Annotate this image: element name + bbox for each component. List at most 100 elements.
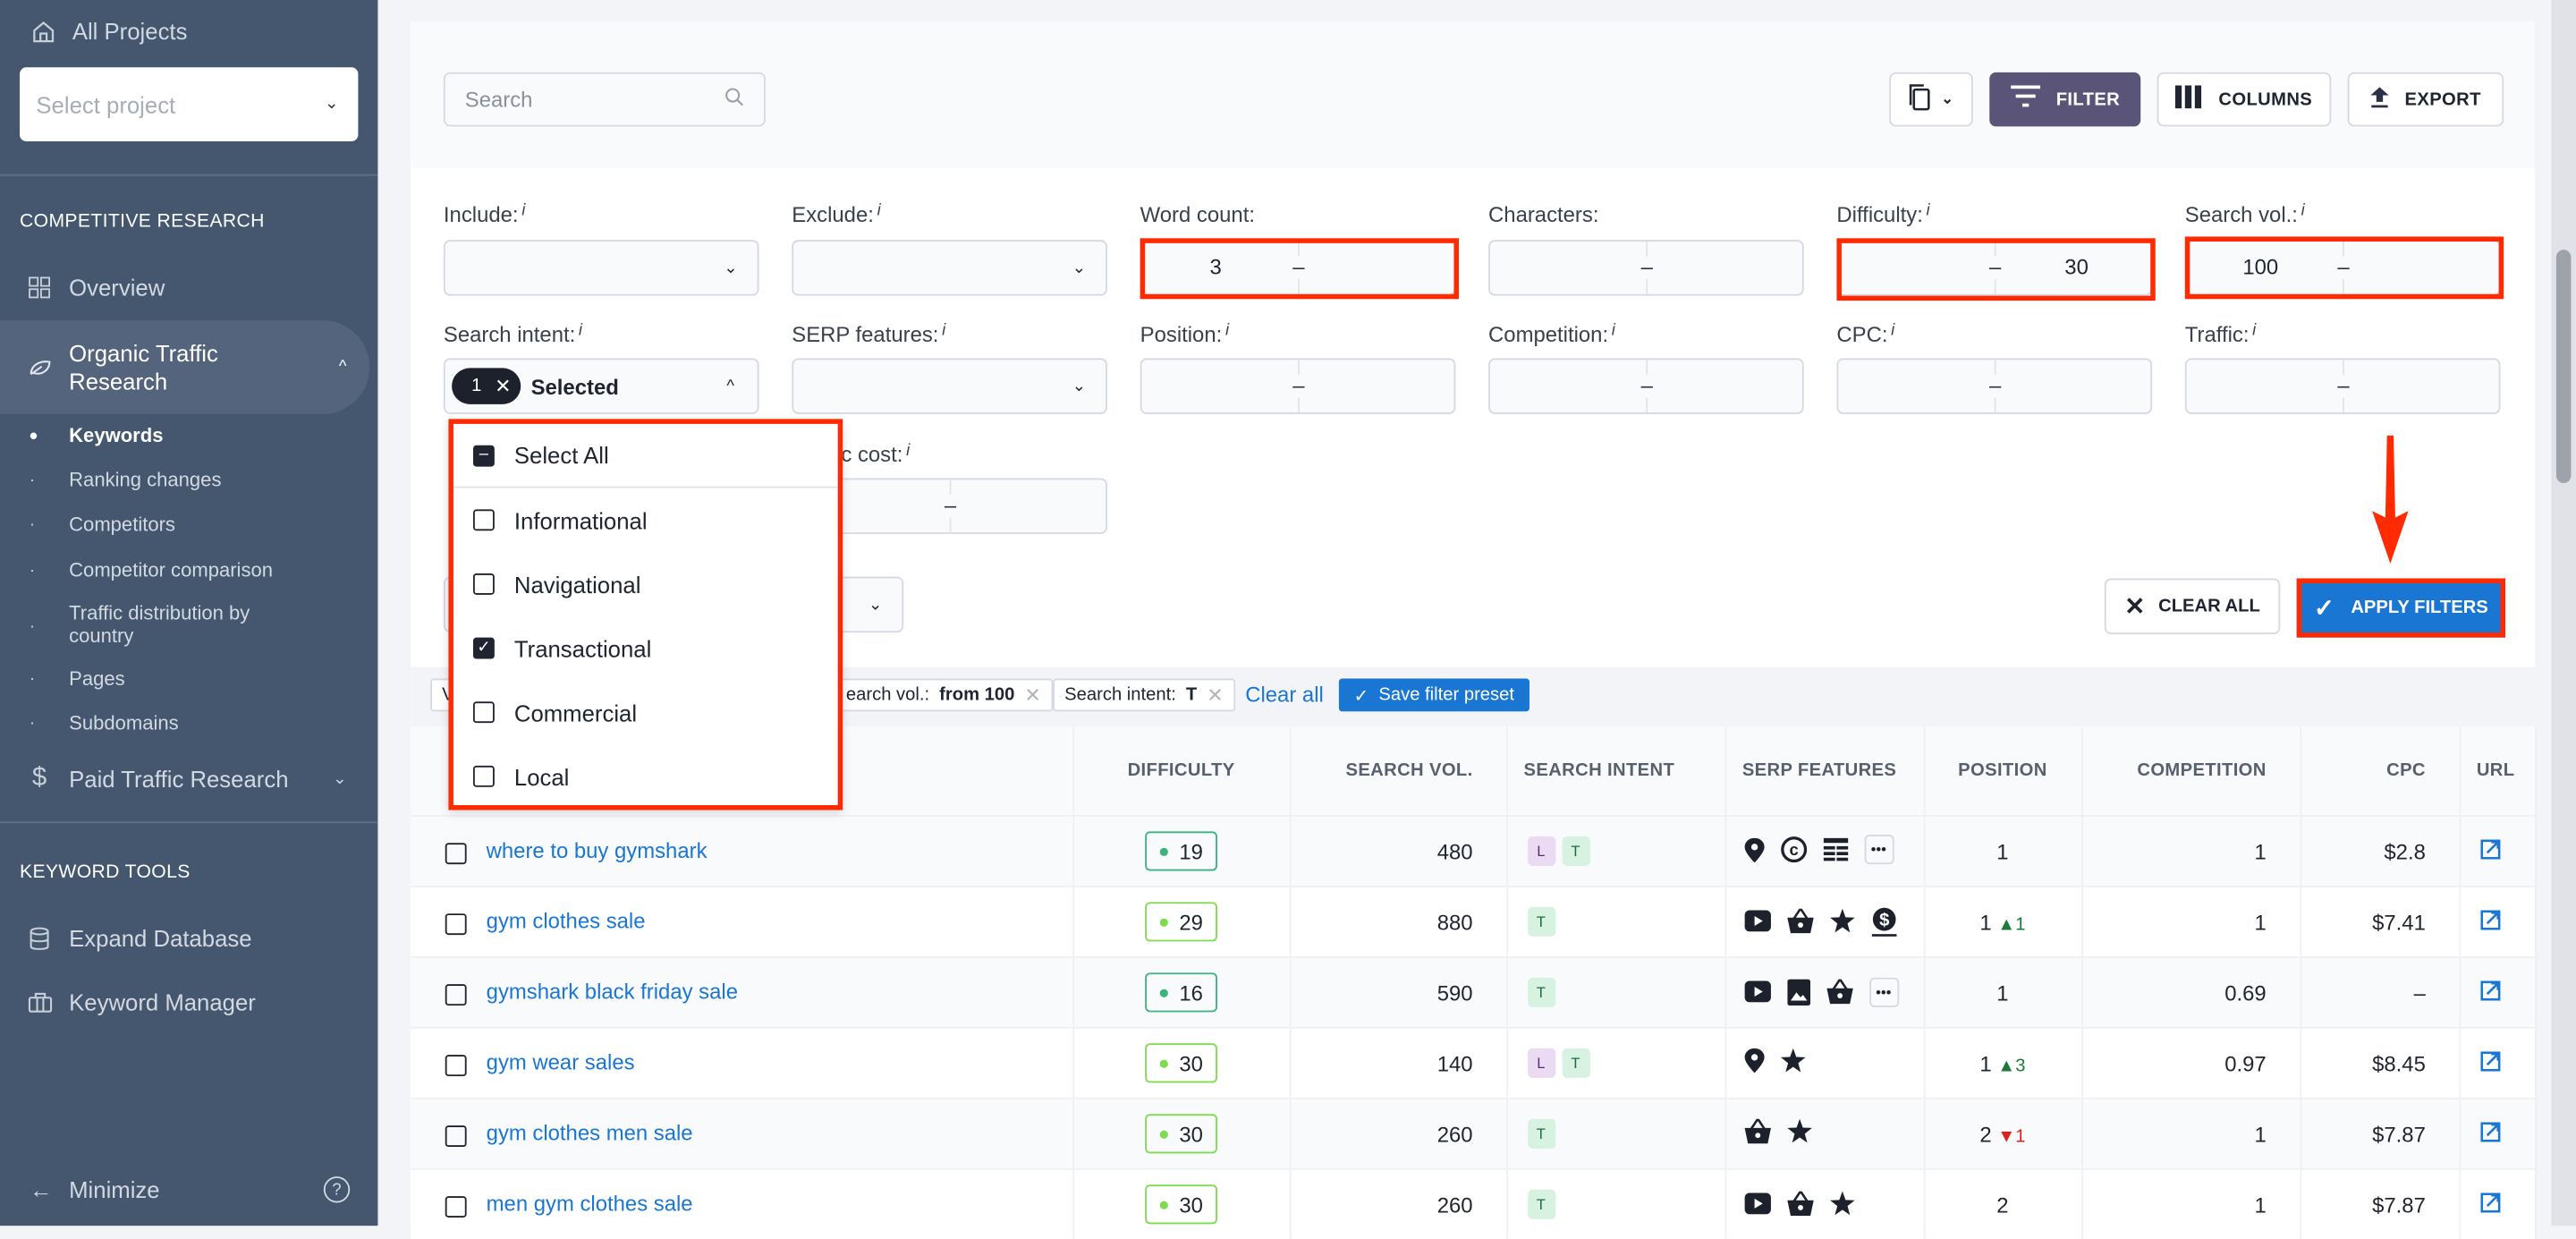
table-row: gym wear sales 30 140 LT 1 ▲3 0.97 $8.45 [411,1026,2536,1099]
filter-tag-search-vol[interactable]: earch vol.: from 100 ✕ [835,678,1053,712]
keyword-link[interactable]: gym clothes men sale [487,1121,693,1146]
column-header[interactable]: SEARCH VOL. [1289,726,1508,816]
sidebar-subitem-keywords[interactable]: • Keywords [30,423,163,449]
cpc-range[interactable]: – [1836,358,2153,414]
search-vol-range[interactable]: 100 – [2184,240,2501,296]
word-count-range[interactable]: 3 – [1140,240,1456,296]
row-checkbox[interactable] [445,912,467,935]
keyword-link[interactable]: gym clothes sale [487,910,646,935]
url-cell [2459,815,2536,887]
include-select[interactable]: ⌄ [443,240,759,296]
checkbox[interactable] [472,509,495,531]
sidebar-item-overview[interactable]: Overview [0,269,369,305]
more-icon[interactable]: ••• [1868,977,1899,1007]
row-checkbox[interactable] [445,842,467,864]
sidebar-subitem-competitors[interactable]: · Competitors [30,513,175,538]
row-checkbox[interactable] [445,1054,467,1076]
checkbox[interactable] [472,765,495,787]
clear-all-link[interactable]: Clear all [1245,682,1324,707]
bullet-icon: · [30,471,36,490]
clear-all-button[interactable]: ✕ CLEAR ALL [2104,578,2281,634]
remove-tag-icon[interactable]: ✕ [1024,683,1040,707]
search-intent-select[interactable]: 1 ✕ Selected ^ [443,358,759,414]
checkbox[interactable] [472,701,495,724]
column-header[interactable]: SEARCH INTENT [1506,726,1726,816]
copy-dropdown-button[interactable]: ⌄ [1889,72,1973,127]
keyword-link[interactable]: where to buy gymshark [487,839,708,864]
sidebar-subitem-label: Competitor comparison [69,558,274,582]
checkbox[interactable] [472,573,495,595]
option-label: Transactional [513,634,652,662]
word-count-from[interactable]: 3 [1142,255,1290,280]
sidebar-item-organic-traffic[interactable]: Organic Traffic Research ^ [0,320,370,414]
intent-option-transactional[interactable]: ✓ Transactional [453,616,838,681]
serp-features-select[interactable]: ⌄ [792,358,1107,414]
sidebar-subitem-traffic-distribution[interactable]: · Traffic distribution by country [30,601,283,647]
help-icon[interactable]: ? [323,1176,351,1203]
project-select-placeholder: Select project [36,90,176,118]
all-projects-link[interactable]: All Projects [30,18,187,45]
external-link-icon[interactable] [2479,1050,2500,1076]
exclude-select[interactable]: ⌄ [792,240,1107,296]
competition-range[interactable]: – [1488,358,1804,414]
external-link-icon[interactable] [2479,1121,2500,1147]
column-header[interactable]: DIFFICULTY [1072,726,1291,816]
intent-badge-t: T [1561,1048,1590,1078]
intent-option-navigational[interactable]: Navigational [453,552,838,616]
sidebar-item-keyword-manager[interactable]: Keyword Manager [0,984,369,1020]
clear-selection-icon[interactable]: ✕ [495,375,511,398]
save-filter-preset-button[interactable]: ✓ Save filter preset [1338,678,1530,712]
range-dash: – [1986,374,2004,398]
difficulty-range[interactable]: – 30 [1836,240,2153,296]
traffic-range[interactable]: – [2184,358,2501,414]
checkbox-checked[interactable]: ✓ [472,637,495,659]
indeterminate-checkbox[interactable]: – [472,444,495,466]
intent-option-informational[interactable]: Informational [453,488,838,552]
column-header[interactable]: SERP FEATURES [1724,726,1925,816]
search-input[interactable]: Search [443,72,766,127]
minimize-button[interactable]: ← Minimize ? [30,1176,351,1203]
export-button[interactable]: EXPORT [2347,72,2504,127]
sidebar-subitem-competitor-comparison[interactable]: · Competitor comparison [30,558,273,583]
remove-tag-icon[interactable]: ✕ [1207,683,1223,707]
more-icon[interactable]: ••• [1863,835,1894,865]
intent-option-commercial[interactable]: Commercial [453,680,838,744]
filter-tag-search-intent[interactable]: Search intent: T ✕ [1053,678,1235,712]
external-link-icon[interactable] [2479,980,2500,1006]
select-all-option[interactable]: – Select All [453,424,838,488]
keyword-link[interactable]: gymshark black friday sale [487,980,738,1006]
characters-range[interactable]: – [1488,240,1804,296]
position-range[interactable]: – [1140,358,1456,414]
column-header[interactable]: COMPETITION [2081,726,2301,816]
external-link-icon[interactable] [2479,838,2500,864]
external-link-icon[interactable] [2479,1192,2500,1218]
external-link-icon[interactable] [2479,909,2500,935]
intent-option-local[interactable]: Local [453,744,838,809]
project-select[interactable]: Select project ⌄ [20,67,359,141]
info-icon: i [906,442,911,461]
column-header[interactable]: POSITION [1923,726,2083,816]
url-cell [2459,1026,2536,1099]
keyword-cell: gym clothes sale [411,885,1074,957]
search-vol-from[interactable]: 100 [2187,255,2334,280]
sidebar-subitem-pages[interactable]: · Pages [30,667,125,692]
sidebar-subitem-ranking-changes[interactable]: · Ranking changes [30,468,221,493]
row-checkbox[interactable] [445,1124,467,1147]
difficulty-to[interactable]: 30 [2003,255,2150,280]
scrollbar-thumb[interactable] [2555,250,2572,483]
column-header[interactable]: CPC [2300,726,2461,816]
apply-filters-button[interactable]: ✓ APPLY FILTERS [2296,578,2505,638]
page-scrollbar[interactable] [2551,0,2576,1226]
keyword-link[interactable]: gym wear sales [487,1051,635,1076]
tag-label: earch vol.: [845,684,930,705]
columns-button[interactable]: COLUMNS [2157,72,2332,127]
sidebar-subitem-subdomains[interactable]: · Subdomains [30,711,179,736]
column-header[interactable]: URL [2459,726,2536,816]
sidebar-item-expand-database[interactable]: Expand Database [0,921,369,956]
filter-button[interactable]: FILTER [1989,72,2141,127]
keyword-link[interactable]: men gym clothes sale [487,1192,693,1217]
search-intent-label: Search intent: i [443,321,583,347]
sidebar-item-paid-traffic[interactable]: $ Paid Traffic Research ⌄ [0,760,369,796]
row-checkbox[interactable] [445,983,467,1006]
row-checkbox[interactable] [445,1195,467,1218]
